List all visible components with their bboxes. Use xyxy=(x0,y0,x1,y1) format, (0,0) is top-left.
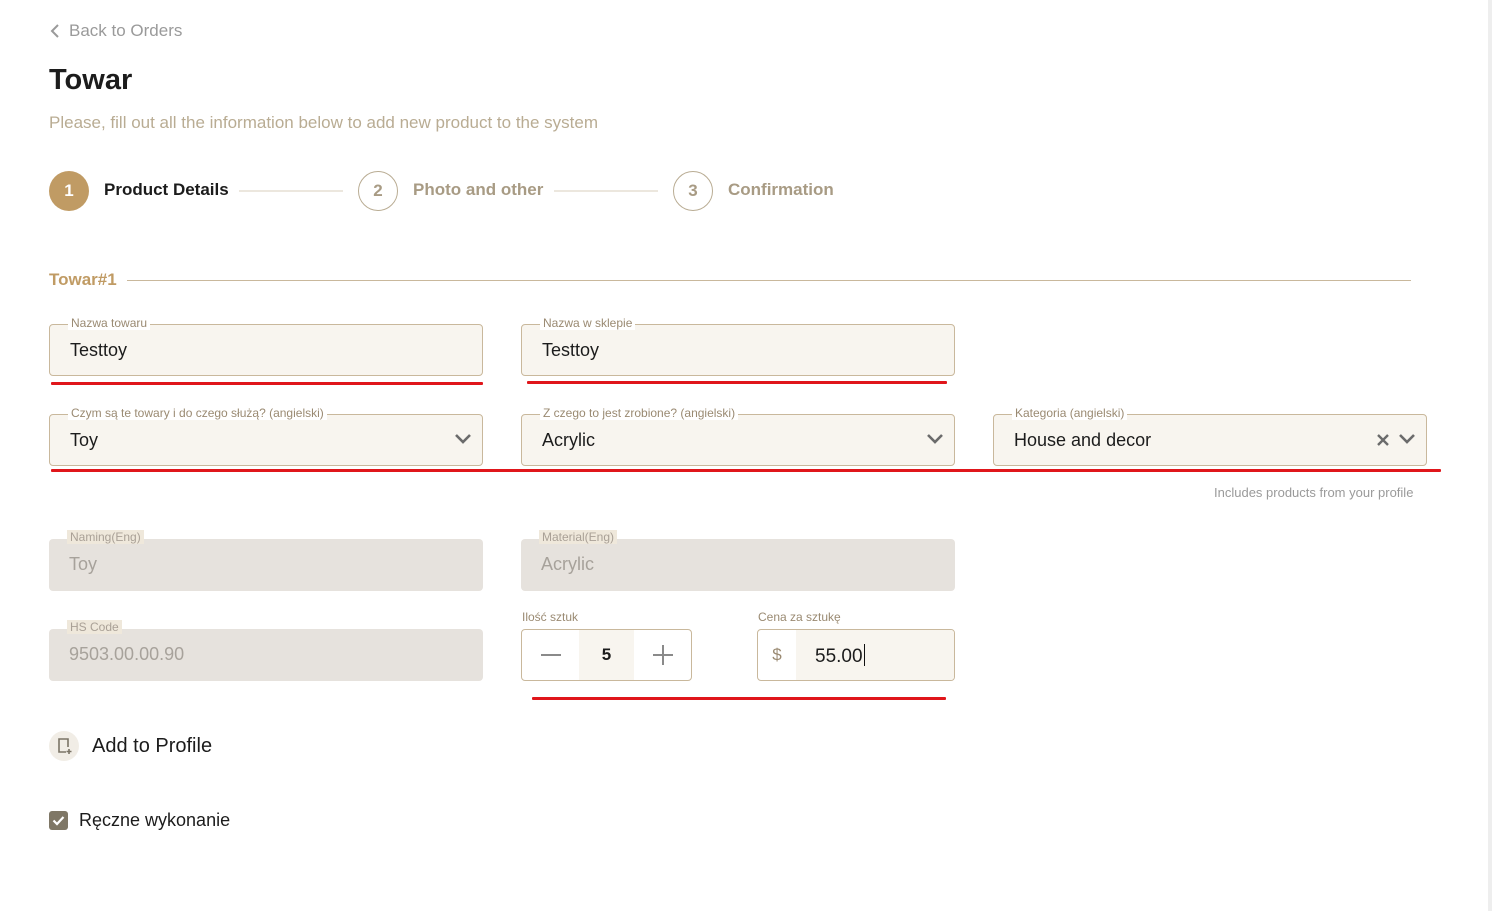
naming-eng-value: Toy xyxy=(69,554,98,574)
chevron-left-icon xyxy=(50,24,59,38)
add-to-profile-label: Add to Profile xyxy=(92,734,213,757)
decrement-button[interactable] xyxy=(522,630,579,680)
czym-sa-select[interactable]: Czym są te towary i do czego służą? (ang… xyxy=(49,406,483,466)
back-to-orders-link[interactable]: Back to Orders xyxy=(49,19,182,43)
naming-eng-label: Naming(Eng) xyxy=(67,530,144,544)
increment-button[interactable] xyxy=(634,630,691,680)
kategoria-helper-text: Includes products from your profile xyxy=(1214,485,1414,500)
z-czego-label: Z czego to jest zrobione? (angielski) xyxy=(540,406,739,420)
hs-code-field: HS Code 9503.00.00.90 xyxy=(49,620,483,681)
price-input[interactable]: 55.00 xyxy=(796,630,954,680)
error-underline xyxy=(51,469,1441,472)
page-title: Towar xyxy=(49,64,133,96)
nazwa-w-sklepie-label: Nazwa w sklepie xyxy=(540,316,636,330)
price-value-wrap: 55.00 xyxy=(815,644,865,668)
price-value: 55.00 xyxy=(815,646,863,667)
z-czego-value: Acrylic xyxy=(542,430,595,450)
section-divider xyxy=(126,280,1411,281)
material-eng-field: Material(Eng) Acrylic xyxy=(521,530,955,591)
error-underline xyxy=(532,697,946,700)
nazwa-w-sklepie-value: Testtoy xyxy=(542,340,600,360)
step-connector xyxy=(239,190,343,192)
material-eng-value: Acrylic xyxy=(541,554,594,574)
plus-icon xyxy=(652,645,673,665)
error-underline xyxy=(51,382,483,385)
step-2-circle[interactable]: 2 xyxy=(358,171,398,211)
hs-code-label: HS Code xyxy=(67,620,122,634)
quantity-value[interactable]: 5 xyxy=(579,630,634,680)
quantity-stepper: 5 xyxy=(521,629,692,681)
error-underline xyxy=(527,381,947,384)
clear-icon[interactable] xyxy=(1376,432,1390,448)
z-czego-select[interactable]: Z czego to jest zrobione? (angielski) Ac… xyxy=(521,406,955,466)
handmade-option: Ręczne wykonanie xyxy=(49,808,230,832)
kategoria-label: Kategoria (angielski) xyxy=(1012,406,1128,420)
price-field[interactable]: $ 55.00 xyxy=(757,629,955,681)
nazwa-towaru-label: Nazwa towaru xyxy=(68,316,151,330)
step-connector xyxy=(554,190,658,192)
check-icon xyxy=(52,815,65,826)
section-title: Towar#1 xyxy=(49,270,127,290)
text-caret xyxy=(863,644,865,666)
nazwa-towaru-value: Testtoy xyxy=(70,340,128,360)
scrollbar-track[interactable] xyxy=(1488,0,1492,911)
kategoria-select[interactable]: Kategoria (angielski) House and decor xyxy=(993,406,1427,466)
nazwa-w-sklepie-field[interactable]: Nazwa w sklepie Testtoy xyxy=(521,316,955,376)
step-1-circle[interactable]: 1 xyxy=(49,171,89,211)
section-header: Towar#1 xyxy=(49,270,1411,292)
naming-eng-field: Naming(Eng) Toy xyxy=(49,530,483,591)
czym-sa-label: Czym są te towary i do czego służą? (ang… xyxy=(68,406,327,420)
wizard-stepper: 1 Product Details 2 Photo and other 3 Co… xyxy=(49,171,849,211)
nazwa-towaru-field[interactable]: Nazwa towaru Testtoy xyxy=(49,316,483,376)
kategoria-value: House and decor xyxy=(1014,430,1152,450)
minus-icon xyxy=(540,654,561,656)
add-to-profile-icon xyxy=(49,731,79,761)
currency-symbol: $ xyxy=(772,645,782,664)
step-3-label[interactable]: Confirmation xyxy=(728,180,834,200)
hs-code-value: 9503.00.00.90 xyxy=(69,644,185,664)
chevron-down-icon[interactable] xyxy=(1398,432,1416,446)
chevron-down-icon[interactable] xyxy=(926,432,944,446)
handmade-checkbox[interactable] xyxy=(49,810,68,830)
handmade-label: Ręczne wykonanie xyxy=(79,809,231,830)
back-to-orders-label: Back to Orders xyxy=(69,21,183,40)
step-2-label[interactable]: Photo and other xyxy=(413,180,543,200)
material-eng-label: Material(Eng) xyxy=(539,530,618,544)
chevron-down-icon[interactable] xyxy=(454,432,472,446)
page-subtitle: Please, fill out all the information bel… xyxy=(49,113,599,132)
step-3-circle[interactable]: 3 xyxy=(673,171,713,211)
step-1-label[interactable]: Product Details xyxy=(104,180,229,200)
ilosc-label: Ilość sztuk xyxy=(522,610,579,624)
cena-label: Cena za sztukę xyxy=(758,610,841,624)
czym-sa-value: Toy xyxy=(70,430,99,450)
add-to-profile-button[interactable]: Add to Profile xyxy=(49,730,212,762)
